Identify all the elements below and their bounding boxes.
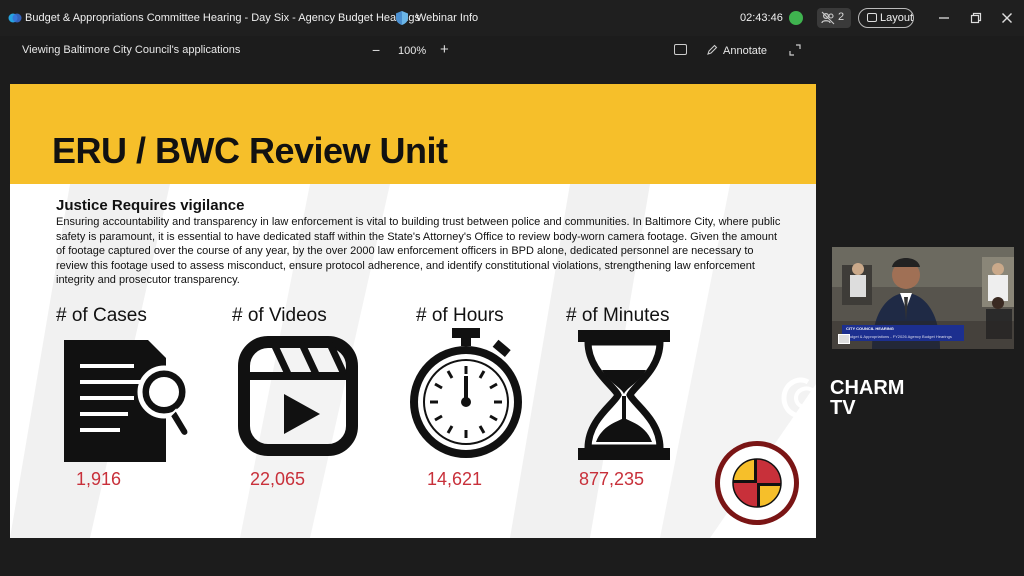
participants-icon	[821, 11, 835, 25]
layout-label: Layout	[880, 12, 914, 24]
expand-icon[interactable]	[789, 44, 801, 56]
title-bar: Budget & Appropriations Committee Hearin…	[0, 0, 1024, 36]
meeting-title: Budget & Appropriations Committee Hearin…	[25, 12, 420, 24]
cases-label: # of Cases	[56, 305, 147, 326]
participants-button[interactable]: 2	[817, 8, 851, 28]
charm-tv-logo-icon	[781, 377, 814, 419]
share-screen-icon[interactable]	[674, 44, 687, 55]
camera-banner-subtitle: Budget & Appropriations - FY2026 Agency …	[846, 334, 952, 339]
pen-icon	[707, 44, 718, 55]
minimize-icon[interactable]	[938, 12, 950, 24]
annotate-button[interactable]: Annotate	[723, 45, 767, 57]
videos-label: # of Videos	[232, 305, 327, 326]
layout-icon	[867, 13, 877, 22]
cases-value: 1,916	[76, 469, 122, 489]
minutes-label: # of Minutes	[566, 305, 670, 326]
webex-logo-icon	[8, 13, 22, 23]
restore-icon[interactable]	[970, 12, 982, 24]
viewing-label: Viewing Baltimore City Council's applica…	[22, 44, 241, 56]
hours-value: 14,621	[427, 469, 483, 489]
document-search-icon	[64, 340, 191, 462]
shield-icon[interactable]	[395, 10, 409, 26]
videos-value: 22,065	[250, 469, 306, 489]
stopwatch-icon	[410, 328, 522, 458]
minutes-value: 877,235	[579, 469, 645, 489]
close-icon[interactable]	[1001, 12, 1013, 24]
charm-text-line2: TV	[830, 397, 856, 419]
share-toolbar: Viewing Baltimore City Council's applica…	[0, 36, 1024, 66]
slide-subheading: Justice Requires vigilance	[56, 197, 245, 214]
webinar-info-link[interactable]: Webinar Info	[416, 12, 478, 24]
camera-video-feed[interactable]: CITY COUNCIL HEARING Budget & Appropriat…	[832, 247, 1014, 349]
hourglass-icon	[578, 330, 670, 460]
video-play-icon	[238, 336, 358, 456]
meeting-timer: 02:43:46	[740, 12, 783, 24]
layout-button[interactable]: Layout	[858, 8, 914, 28]
zoom-level: 100%	[398, 45, 427, 57]
status-dot-icon[interactable]	[789, 11, 803, 25]
charm-tv-watermark: CHARM TV	[830, 378, 904, 418]
participants-count: 2	[838, 11, 845, 23]
states-attorney-seal-logo	[715, 441, 799, 525]
zoom-in-button[interactable]: +	[440, 41, 452, 58]
hours-label: # of Hours	[416, 305, 504, 326]
slide-title: ERU / BWC Review Unit	[52, 130, 448, 171]
camera-banner-title: CITY COUNCIL HEARING	[846, 326, 894, 331]
slide-body-text: Ensuring accountability and transparency…	[56, 216, 781, 286]
shared-slide: ERU / BWC Review Unit Justice Requires v…	[10, 84, 816, 538]
charm-text-line1: CHARM	[830, 377, 905, 399]
zoom-out-button[interactable]: −	[372, 42, 384, 58]
